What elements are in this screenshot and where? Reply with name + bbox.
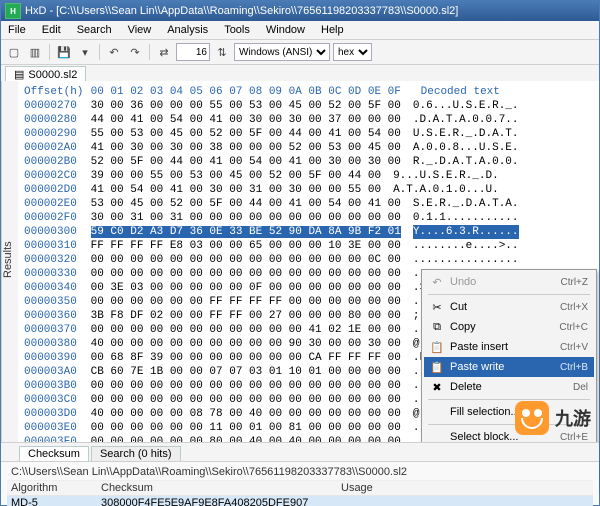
- watermark: 九游: [515, 401, 591, 435]
- charset-select[interactable]: Windows (ANSI): [234, 43, 330, 61]
- window-title: HxD - [C:\\Users\\Sean Lin\\AppData\\Roa…: [25, 5, 458, 17]
- brand-text: 九游: [555, 405, 591, 431]
- brand-icon: [515, 401, 549, 435]
- bottom-tab-checksum[interactable]: Checksum: [19, 446, 89, 461]
- new-file-icon[interactable]: ▢: [5, 43, 23, 61]
- menu-tools[interactable]: Tools: [221, 23, 253, 37]
- columns-icon[interactable]: ⇄: [155, 43, 173, 61]
- checksum-file-path: C:\\Users\\Sean Lin\\AppData\\Roaming\\S…: [7, 464, 593, 481]
- paste-insert-icon: 📋: [430, 341, 444, 354]
- menu-separator: [428, 399, 590, 400]
- save-icon[interactable]: 💾: [55, 43, 73, 61]
- context-undo: ↶UndoCtrl+Z: [424, 272, 594, 292]
- checksum-cell[interactable]: [337, 496, 593, 506]
- document-tab[interactable]: ▤ S0000.sl2: [5, 66, 86, 82]
- separator: [49, 44, 50, 60]
- context-paste-insert[interactable]: 📋Paste insertCtrl+V: [424, 337, 594, 357]
- menu-help[interactable]: Help: [318, 23, 347, 37]
- paste-write-icon: 📋: [430, 361, 444, 374]
- toolbar: ▢ ▥ 💾 ▾ ↶ ↷ ⇄ ⇅ Windows (ANSI) hex: [1, 40, 599, 65]
- menu-window[interactable]: Window: [263, 23, 308, 37]
- undo-icon: ↶: [430, 276, 444, 289]
- context-paste-write[interactable]: 📋Paste writeCtrl+B: [424, 357, 594, 377]
- copy-icon: ⧉: [430, 321, 444, 334]
- checksum-cell[interactable]: 308000F4FE5E9AF9E8FA408205DFE907: [97, 496, 337, 506]
- col-algorithm: Algorithm: [7, 481, 97, 496]
- save-dropdown-icon[interactable]: ▾: [76, 43, 94, 61]
- stepper-icon[interactable]: ⇅: [213, 43, 231, 61]
- cut-icon: ✂: [430, 301, 444, 314]
- side-panel-tab[interactable]: Results: [1, 81, 18, 443]
- menu-edit[interactable]: Edit: [39, 23, 64, 37]
- menu-search[interactable]: Search: [74, 23, 115, 37]
- app-icon: H: [5, 3, 21, 19]
- redo-icon[interactable]: ↷: [126, 43, 144, 61]
- checksum-grid: AlgorithmChecksumUsage MD-5308000F4FE5E9A…: [7, 481, 593, 506]
- open-file-icon[interactable]: ▥: [26, 43, 44, 61]
- col-usage: Usage: [337, 481, 593, 496]
- separator: [149, 44, 150, 60]
- document-tab-label: S0000.sl2: [28, 69, 77, 81]
- context-delete[interactable]: ✖DeleteDel: [424, 377, 594, 397]
- bottom-tab-search[interactable]: Search (0 hits): [91, 446, 181, 461]
- context-copy[interactable]: ⧉CopyCtrl+C: [424, 317, 594, 337]
- col-checksum: Checksum: [97, 481, 337, 496]
- menu-file[interactable]: File: [5, 23, 29, 37]
- delete-icon: ✖: [430, 381, 444, 394]
- menu-bar: File Edit Search View Analysis Tools Window Hel…: [1, 21, 599, 40]
- bottom-panel: ChecksumSearch (0 hits) C:\\Users\\Sean …: [1, 442, 599, 505]
- context-cut[interactable]: ✂CutCtrl+X: [424, 297, 594, 317]
- undo-icon[interactable]: ↶: [105, 43, 123, 61]
- window-titlebar: H HxD - [C:\\Users\\Sean Lin\\AppData\\R…: [1, 1, 599, 21]
- bottom-tabs: ChecksumSearch (0 hits): [1, 443, 599, 462]
- menu-analysis[interactable]: Analysis: [164, 23, 211, 37]
- bytes-per-row-input[interactable]: [176, 43, 210, 61]
- number-base-select[interactable]: hex: [333, 43, 372, 61]
- checksum-cell[interactable]: MD-5: [7, 496, 97, 506]
- menu-separator: [428, 294, 590, 295]
- menu-view[interactable]: View: [125, 23, 155, 37]
- file-icon: ▤: [14, 68, 24, 81]
- separator: [99, 44, 100, 60]
